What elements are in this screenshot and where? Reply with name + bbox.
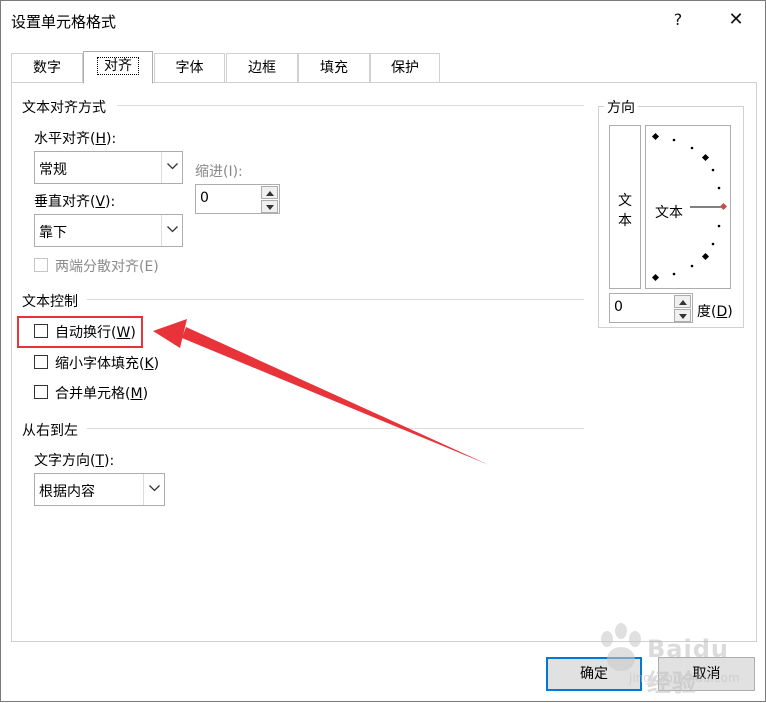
format-cells-dialog: 设置单元格格式 ? ✕ 数字 对齐 字体 边框 填充 保护 文本对齐方式 水平对… xyxy=(0,0,766,702)
paw-logo-icon xyxy=(601,623,641,671)
annotation-arrow-icon xyxy=(153,319,489,465)
watermark-text: Baidu 经验 xyxy=(647,635,729,697)
tab-alignment[interactable]: 对齐 xyxy=(83,51,153,84)
watermark-url: jingyan.baidu.com xyxy=(629,671,740,685)
tab-alignment-label: 对齐 xyxy=(97,57,139,75)
baidu-watermark: Baidu 经验 jingyan.baidu.com xyxy=(589,613,749,697)
